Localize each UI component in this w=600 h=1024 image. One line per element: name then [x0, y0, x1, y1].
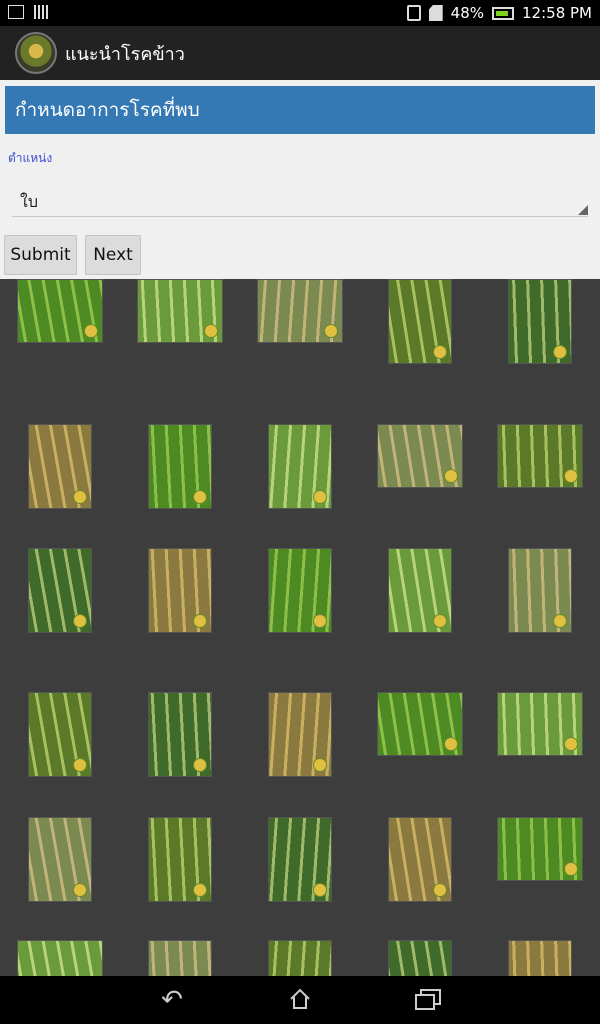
disease-thumbnail[interactable] [508, 940, 572, 976]
disease-thumbnail[interactable] [388, 548, 452, 633]
disease-thumbnail[interactable] [28, 424, 92, 509]
watermark-seal-icon [553, 614, 567, 628]
back-icon[interactable]: ↶ [142, 976, 202, 1024]
disease-thumbnail[interactable] [268, 424, 332, 509]
watermark-seal-icon [564, 737, 578, 751]
home-icon[interactable] [270, 976, 330, 1024]
disease-thumbnail[interactable] [28, 548, 92, 633]
vibrate-icon [406, 5, 421, 21]
watermark-seal-icon [444, 737, 458, 751]
battery-percent: 48% [450, 4, 485, 22]
barcode-notification-icon [34, 5, 50, 19]
watermark-seal-icon [313, 490, 327, 504]
submit-button[interactable]: Submit [4, 235, 77, 275]
watermark-seal-icon [73, 758, 87, 772]
disease-thumbnail[interactable] [268, 548, 332, 633]
image-notification-icon [8, 5, 24, 19]
app-logo-icon[interactable] [15, 32, 57, 74]
position-label: ตำแหน่ง [8, 151, 53, 165]
disease-thumbnail[interactable] [137, 279, 223, 343]
watermark-seal-icon [204, 324, 218, 338]
disease-thumbnail[interactable] [508, 548, 572, 633]
clock: 12:58 PM [522, 4, 592, 22]
disease-thumbnail[interactable] [377, 692, 463, 756]
no-sim-icon [428, 5, 443, 21]
disease-thumbnail[interactable] [388, 940, 452, 976]
form-header: กำหนดอาการโรคที่พบ [5, 86, 595, 134]
battery-charging-icon [492, 6, 515, 20]
watermark-seal-icon [324, 324, 338, 338]
disease-thumbnail[interactable] [148, 940, 212, 976]
watermark-seal-icon [193, 758, 207, 772]
disease-thumbnail[interactable] [148, 817, 212, 902]
position-selected-value: ใบ [20, 192, 38, 211]
app-title: แนะนำโรคข้าว [65, 43, 185, 65]
disease-thumbnail[interactable] [148, 692, 212, 777]
disease-thumbnail[interactable] [257, 279, 343, 343]
watermark-seal-icon [313, 614, 327, 628]
watermark-seal-icon [313, 758, 327, 772]
disease-image-grid [0, 279, 600, 976]
watermark-seal-icon [73, 490, 87, 504]
disease-thumbnail[interactable] [268, 692, 332, 777]
action-bar: แนะนำโรคข้าว [0, 26, 600, 80]
watermark-seal-icon [564, 862, 578, 876]
watermark-seal-icon [433, 614, 447, 628]
watermark-seal-icon [564, 469, 578, 483]
watermark-seal-icon [444, 469, 458, 483]
status-bar: 48% 12:58 PM [0, 0, 600, 26]
disease-thumbnail[interactable] [148, 548, 212, 633]
watermark-seal-icon [193, 883, 207, 897]
watermark-seal-icon [84, 324, 98, 338]
watermark-seal-icon [73, 614, 87, 628]
disease-thumbnail[interactable] [388, 817, 452, 902]
disease-thumbnail[interactable] [17, 279, 103, 343]
disease-thumbnail[interactable] [497, 424, 583, 488]
disease-thumbnail[interactable] [497, 817, 583, 881]
watermark-seal-icon [553, 345, 567, 359]
disease-thumbnail[interactable] [28, 692, 92, 777]
disease-thumbnail[interactable] [268, 940, 332, 976]
watermark-seal-icon [193, 490, 207, 504]
disease-thumbnail[interactable] [28, 817, 92, 902]
disease-thumbnail[interactable] [17, 940, 103, 976]
recent-apps-icon[interactable] [398, 976, 458, 1024]
symptom-form: กำหนดอาการโรคที่พบ ตำแหน่ง ใบ Submit Nex… [0, 80, 600, 279]
disease-thumbnail[interactable] [148, 424, 212, 509]
disease-thumbnail[interactable] [268, 817, 332, 902]
watermark-seal-icon [193, 614, 207, 628]
disease-thumbnail[interactable] [508, 279, 572, 364]
dropdown-arrow-icon [578, 205, 588, 215]
navigation-bar: ↶ [0, 976, 600, 1024]
disease-thumbnail[interactable] [377, 424, 463, 488]
position-spinner[interactable]: ใบ [12, 184, 588, 217]
watermark-seal-icon [433, 883, 447, 897]
watermark-seal-icon [313, 883, 327, 897]
disease-thumbnail[interactable] [388, 279, 452, 364]
next-button[interactable]: Next [85, 235, 141, 275]
watermark-seal-icon [433, 345, 447, 359]
watermark-seal-icon [73, 883, 87, 897]
disease-thumbnail[interactable] [497, 692, 583, 756]
